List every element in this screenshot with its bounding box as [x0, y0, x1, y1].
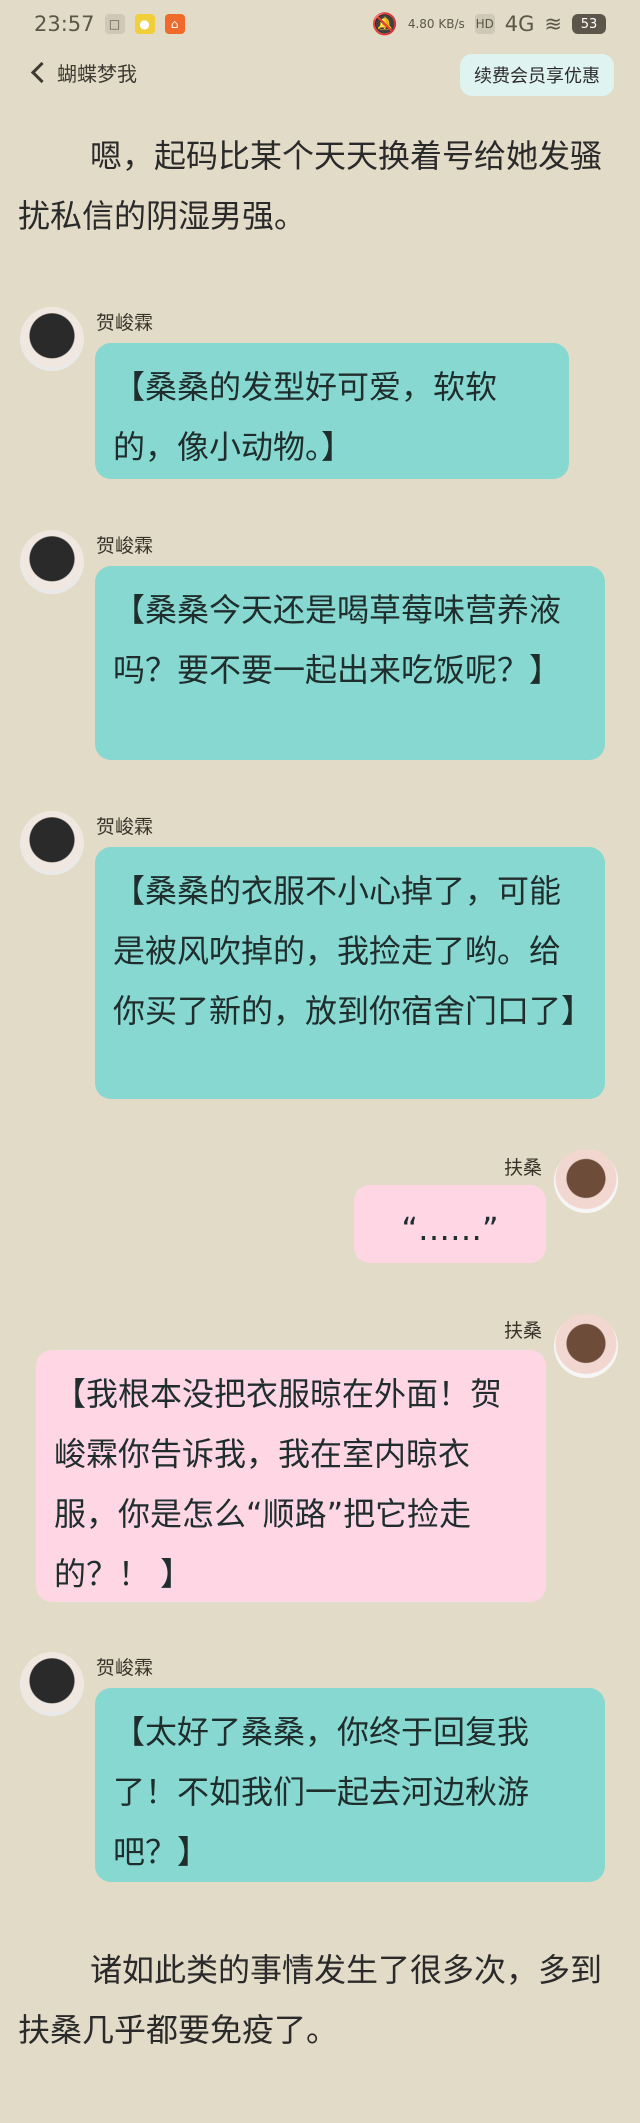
female-avatar[interactable] — [554, 1314, 618, 1378]
back-label: 蝴蝶梦我 — [57, 62, 137, 86]
status-right: 🔕 4.80 KB/s HD 4G ≋ 53 — [372, 12, 606, 37]
sender-name: 扶桑 — [504, 1157, 543, 1179]
wifi-icon: ≋ — [544, 12, 562, 36]
signal-icon: 4G — [504, 12, 535, 36]
app-icon-2: ● — [134, 14, 155, 34]
chat-bubble: 【桑桑今天还是喝草莓味营养液吗？要不要一起出来吃饭呢？】 — [95, 566, 605, 760]
chat-bubble: 【我根本没把衣服晾在外面！贺峻霖你告诉我，我在室内晾衣服，你是怎么“顺路”把它捡… — [36, 1350, 546, 1602]
status-bar: 23:57 □ ● ⌂ 🔕 4.80 KB/s HD 4G ≋ 53 — [0, 0, 640, 48]
male-avatar[interactable] — [20, 530, 84, 594]
male-avatar[interactable] — [20, 1652, 84, 1716]
male-avatar[interactable] — [20, 811, 84, 875]
chat-bubble: “……” — [354, 1185, 546, 1263]
chevron-left-icon — [30, 61, 53, 84]
chat-bubble: 【太好了桑桑，你终于回复我了！不如我们一起去河边秋游吧？】 — [95, 1688, 605, 1882]
app-icon-3: ⌂ — [164, 14, 185, 34]
chat-bubble: 【桑桑的衣服不小心掉了，可能是被风吹掉的，我捡走了哟。给你买了新的，放到你宿舍门… — [95, 847, 605, 1099]
vip-renew-button[interactable]: 续费会员享优惠 — [460, 54, 614, 96]
hd-icon: HD — [474, 14, 495, 34]
male-avatar[interactable] — [20, 307, 84, 371]
back-button[interactable]: 蝴蝶梦我 — [30, 58, 137, 87]
sender-name: 贺峻霖 — [96, 312, 154, 334]
paragraph-top: 嗯，起码比某个天天换着号给她发骚扰私信的阴湿男强。 — [18, 137, 603, 235]
network-speed: 4.80 KB/s — [407, 16, 465, 31]
sender-name: 贺峻霖 — [96, 535, 154, 557]
status-time: 23:57 — [34, 12, 95, 36]
app-icon-1: □ — [104, 14, 125, 34]
paragraph-bottom: 诸如此类的事情发生了很多次，多到扶桑几乎都要免疫了。 — [18, 1951, 603, 2049]
female-avatar[interactable] — [554, 1149, 618, 1213]
battery-indicator: 53 — [572, 14, 606, 34]
chat-bubble: 【桑桑的发型好可爱，软软的，像小动物。】 — [95, 343, 569, 479]
sender-name: 贺峻霖 — [96, 816, 154, 838]
sender-name: 扶桑 — [504, 1320, 543, 1342]
mute-icon: 🔕 — [371, 11, 398, 36]
status-left: 23:57 □ ● ⌂ — [34, 12, 185, 36]
sender-name: 贺峻霖 — [96, 1657, 154, 1679]
